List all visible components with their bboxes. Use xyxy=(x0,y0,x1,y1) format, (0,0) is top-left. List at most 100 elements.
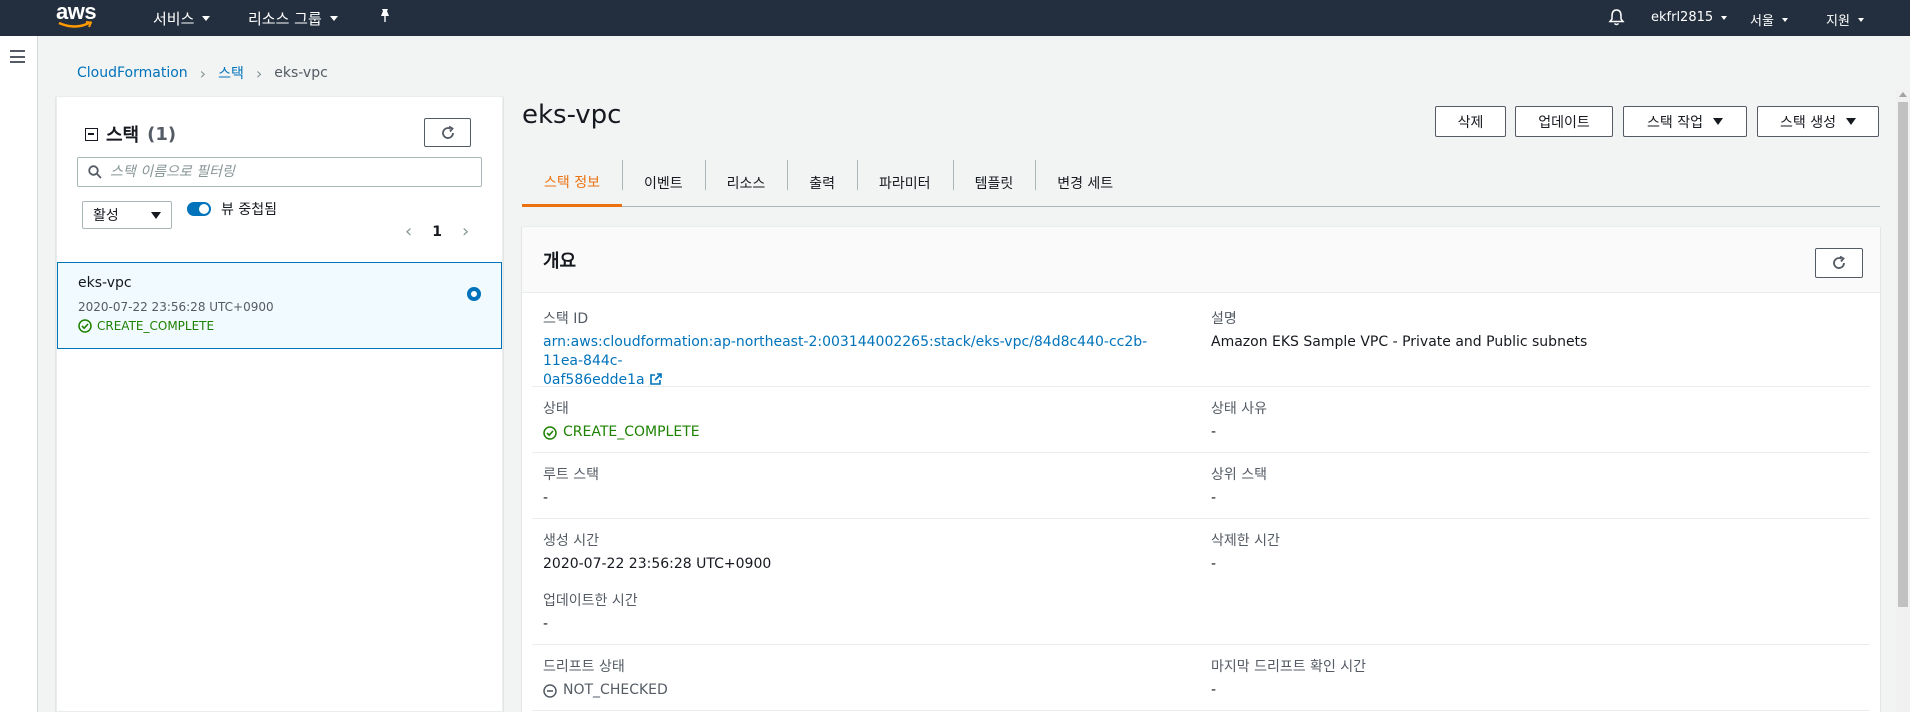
external-link-icon[interactable] xyxy=(649,372,663,386)
stack-created-time: 2020-07-22 23:56:28 UTC+0900 xyxy=(78,300,274,314)
last-drift-label: 마지막 드리프트 확인 시간 xyxy=(1211,659,1367,675)
aws-logo-text: aws xyxy=(56,0,97,24)
collapse-icon[interactable] xyxy=(85,127,98,141)
description-label: 설명 xyxy=(1211,311,1237,327)
chevron-down-icon xyxy=(1721,15,1728,20)
stack-select-radio[interactable] xyxy=(467,287,481,301)
updated-time-field: 업데이트한 시간 - xyxy=(543,590,638,634)
breadcrumb-current: eks-vpc xyxy=(274,65,328,81)
status-filter-value: 활성 xyxy=(93,208,119,224)
deleted-time-field: 삭제한 시간 - xyxy=(1211,530,1280,574)
chevron-down-icon xyxy=(1857,17,1864,22)
status-text: CREATE_COMPLETE xyxy=(563,424,700,440)
bell-icon[interactable] xyxy=(1608,8,1625,26)
toggle-switch[interactable] xyxy=(187,202,211,216)
tab-change-sets[interactable]: 변경 세트 xyxy=(1035,160,1135,206)
create-stack-button[interactable]: 스택 생성 xyxy=(1757,106,1879,137)
overview-row: 루트 스택 - 상위 스택 - xyxy=(532,453,1870,519)
drift-status-label: 드리프트 상태 xyxy=(543,659,625,675)
refresh-icon xyxy=(441,125,454,139)
create-stack-label: 스택 생성 xyxy=(1780,114,1836,131)
overview-row: 상태 CREATE_COMPLETE 상태 사유 - xyxy=(532,387,1870,453)
tab-stack-info[interactable]: 스택 정보 xyxy=(522,160,622,207)
region-menu[interactable]: 서울 xyxy=(1750,10,1788,29)
stack-list-panel: 스택 (1) 활성 뷰 중첩됨 ‹ 1 › eks-vpc 2020-07-22… xyxy=(56,96,503,712)
description-value: Amazon EKS Sample VPC - Private and Publ… xyxy=(1211,334,1588,350)
stack-count: (1) xyxy=(147,123,177,145)
created-time-field: 생성 시간 2020-07-22 23:56:28 UTC+0900 xyxy=(543,530,771,574)
caret-down-icon xyxy=(151,211,161,219)
stack-status-label: CREATE_COMPLETE xyxy=(97,319,215,333)
support-menu[interactable]: 지원 xyxy=(1826,10,1864,29)
stack-search-field[interactable] xyxy=(77,157,482,187)
resource-groups-menu[interactable]: 리소스 그룹 xyxy=(248,8,338,29)
overview-row: 생성 시간 2020-07-22 23:56:28 UTC+0900 삭제한 시… xyxy=(532,519,1870,645)
search-icon xyxy=(88,165,102,179)
created-time-value: 2020-07-22 23:56:28 UTC+0900 xyxy=(543,556,772,572)
top-navigation: aws 서비스 리소스 그룹 ekfrl2815 서울 지원 xyxy=(0,0,1910,36)
status-filter-select[interactable]: 활성 xyxy=(82,201,172,229)
prev-page-icon[interactable]: ‹ xyxy=(405,221,412,242)
refresh-stacks-button[interactable] xyxy=(424,118,471,147)
description-field: 설명 Amazon EKS Sample VPC - Private and P… xyxy=(1211,308,1587,352)
delete-label: 삭제 xyxy=(1457,114,1484,131)
chevron-right-icon: › xyxy=(199,63,207,83)
stack-list-title: 스택 xyxy=(106,125,140,146)
stack-list-item[interactable]: eks-vpc 2020-07-22 23:56:28 UTC+0900 CRE… xyxy=(57,262,502,349)
deleted-time-label: 삭제한 시간 xyxy=(1211,533,1280,549)
overview-row: 드리프트 상태 NOT_CHECKED 마지막 드리프트 확인 시간 - xyxy=(532,645,1870,711)
tab-outputs[interactable]: 출력 xyxy=(787,160,857,206)
drift-status-field: 드리프트 상태 NOT_CHECKED xyxy=(543,656,668,700)
scroll-up-icon[interactable] xyxy=(1899,92,1907,97)
nested-view-toggle[interactable]: 뷰 중첩됨 xyxy=(187,199,277,219)
support-label: 지원 xyxy=(1826,14,1850,29)
side-rail xyxy=(0,36,38,712)
pin-icon[interactable] xyxy=(378,8,392,24)
updated-time-label: 업데이트한 시간 xyxy=(543,593,638,609)
account-menu[interactable]: ekfrl2815 xyxy=(1651,10,1728,25)
status-reason-value: - xyxy=(1211,424,1217,440)
breadcrumb-stacks[interactable]: 스택 xyxy=(218,63,244,83)
stack-name[interactable]: eks-vpc xyxy=(78,275,132,291)
caret-down-icon xyxy=(1845,118,1856,125)
overview-title: 개요 xyxy=(543,251,577,272)
caret-down-icon xyxy=(1712,118,1723,125)
breadcrumb: CloudFormation › 스택 › eks-vpc xyxy=(77,63,328,83)
tab-template[interactable]: 템플릿 xyxy=(952,160,1036,206)
last-drift-field: 마지막 드리프트 확인 시간 - xyxy=(1211,656,1366,700)
status-value: CREATE_COMPLETE xyxy=(543,423,700,442)
status-field: 상태 CREATE_COMPLETE xyxy=(543,398,700,442)
check-circle-icon xyxy=(78,319,92,333)
stack-id-link-cont[interactable]: 0af586edde1a xyxy=(543,372,645,388)
parent-stack-value: - xyxy=(1211,490,1217,506)
menu-icon[interactable] xyxy=(10,50,25,63)
page-number[interactable]: 1 xyxy=(432,224,442,240)
stack-id-link[interactable]: arn:aws:cloudformation:ap-northeast-2:00… xyxy=(543,334,1147,369)
root-stack-label: 루트 스택 xyxy=(543,467,599,483)
tab-parameters[interactable]: 파라미터 xyxy=(857,160,953,206)
refresh-overview-button[interactable] xyxy=(1815,248,1863,278)
update-button[interactable]: 업데이트 xyxy=(1515,106,1613,137)
page-scrollbar[interactable] xyxy=(1896,90,1910,712)
chevron-down-icon xyxy=(1781,17,1788,22)
next-page-icon[interactable]: › xyxy=(462,221,469,242)
services-menu[interactable]: 서비스 xyxy=(153,8,211,29)
tab-resources[interactable]: 리소스 xyxy=(704,160,788,206)
scroll-thumb[interactable] xyxy=(1898,102,1908,607)
status-reason-label: 상태 사유 xyxy=(1211,401,1267,417)
tab-events[interactable]: 이벤트 xyxy=(621,160,705,206)
stack-status: CREATE_COMPLETE xyxy=(78,319,214,333)
account-label: ekfrl2815 xyxy=(1651,10,1714,25)
services-label: 서비스 xyxy=(153,10,195,28)
breadcrumb-cloudformation[interactable]: CloudFormation xyxy=(77,65,188,81)
root-stack-value: - xyxy=(543,490,549,506)
overview-row: 스택 ID arn:aws:cloudformation:ap-northeas… xyxy=(532,293,1870,390)
stack-actions-button[interactable]: 스택 작업 xyxy=(1623,106,1747,137)
delete-button[interactable]: 삭제 xyxy=(1435,106,1506,137)
stack-list-header: 스택 (1) xyxy=(85,121,176,147)
aws-logo[interactable]: aws xyxy=(56,0,100,32)
resource-groups-label: 리소스 그룹 xyxy=(248,10,322,28)
chevron-down-icon xyxy=(329,16,338,21)
stack-id-field: 스택 ID arn:aws:cloudformation:ap-northeas… xyxy=(543,308,1183,390)
stack-search-input[interactable] xyxy=(110,164,481,180)
